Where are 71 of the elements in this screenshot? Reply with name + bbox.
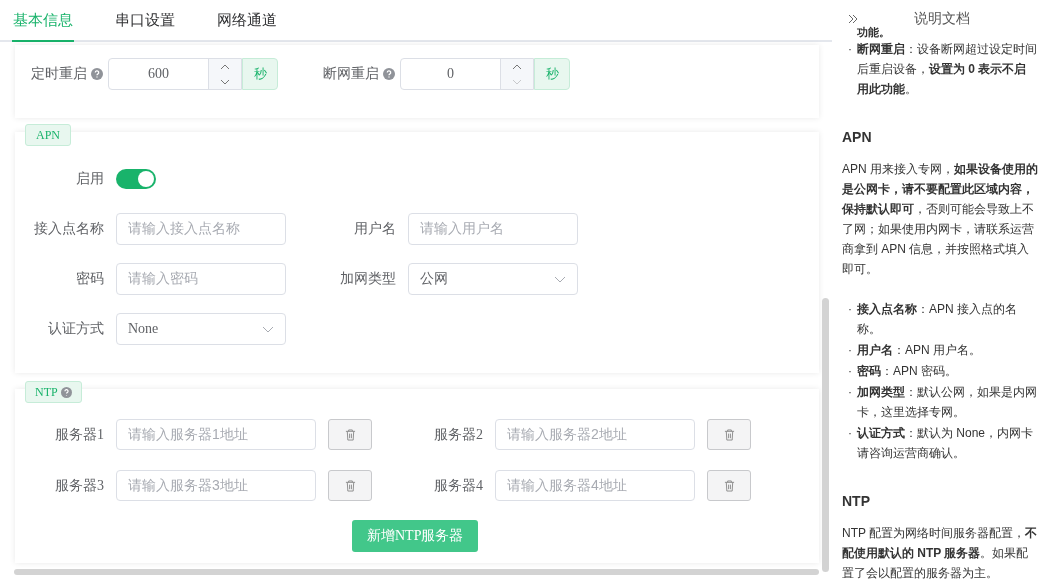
doc-text: 加网类型：默认公网，如果是内网卡，这里选择专网。 [857,384,1038,421]
field-label: 服务器3 [55,476,104,495]
add-server-button[interactable]: 新增NTP服务器 [352,520,479,552]
field-label: 密码 [76,270,104,288]
doc-text: 功能。 [856,26,891,38]
bullet-marker: · [847,342,853,359]
tab[interactable]: 网络通道 [216,0,278,42]
field-label: 服务器2 [434,425,483,444]
doc-text: 密码：APN 密码。 [857,363,958,380]
bullet-marker: · [847,384,853,401]
chevron-down-icon [554,275,566,283]
field-label: 接入点名称 [34,220,104,238]
number-input[interactable]: 600 [108,58,242,90]
trash-icon [723,428,735,441]
select-value: None [128,321,159,337]
field-label: 用户名 [354,220,396,238]
select-value: 公网 [420,270,448,288]
increment-icon[interactable] [220,63,230,70]
decrement-icon[interactable] [220,78,230,85]
delete-button[interactable] [328,470,372,501]
delete-button[interactable] [707,419,751,450]
doc-text: 用户名：APN 用户名。 [857,342,982,359]
field-label: 断网重启 [323,65,379,83]
help-icon[interactable] [91,68,103,80]
trash-icon [723,479,735,492]
input-field[interactable]: 请输入服务器1地址 [116,419,316,450]
field-label: 定时重启 [31,65,87,83]
bullet-marker: · [847,301,853,318]
bullet-marker: · [847,363,853,380]
chevron-down-icon [262,325,274,333]
doc-text: 断网重启：设备断网超过设定时间后重启设备，设置为 0 表示不启用此功能。 [857,41,1038,98]
field-label: 服务器4 [434,476,483,495]
field-label: 启用 [76,170,104,188]
select-field[interactable]: None [116,313,286,345]
tab[interactable]: 串口设置 [114,0,176,42]
trash-icon [344,428,356,441]
delete-button[interactable] [328,419,372,450]
scrollbar[interactable] [822,298,829,572]
doc-text: 接入点名称：APN 接入点的名称。 [857,301,1018,338]
input-field[interactable]: 请输入服务器3地址 [116,470,316,501]
doc-text: 认证方式：默认为 None，内网卡请咨询运营商确认。 [857,425,1035,462]
trash-icon [344,479,356,492]
doc-text: APN 用来接入专网，如果设备使用的是公网卡，请不要配置此区域内容，保持默认即可，否则可能会导致上不了网；如果使用内网卡，请联系运营商拿到 APN 信息，并按照格式填入即可。 [842,161,1038,278]
tab[interactable]: 基本信息 [12,0,74,42]
section-tag: NTP [25,381,82,403]
field-label: 服务器1 [55,425,104,444]
input-field[interactable]: 请输入服务器4地址 [495,470,695,501]
input-field[interactable]: 请输入用户名 [408,213,578,245]
unit-label: 秒 [534,58,570,90]
select-field[interactable]: 公网 [408,263,578,295]
bullet-marker: · [847,425,853,442]
toggle-switch[interactable] [116,169,156,189]
help-icon[interactable] [383,68,395,80]
double-chevron-right-icon[interactable] [848,14,858,24]
scrollbar[interactable] [14,569,819,575]
panel-title: 说明文档 [914,10,970,28]
delete-button[interactable] [707,470,751,501]
field-label: 加网类型 [340,270,396,288]
increment-icon[interactable] [512,63,522,70]
section-tag: APN [25,124,71,146]
field-label: 认证方式 [48,320,104,338]
input-field[interactable]: 请输入服务器2地址 [495,419,695,450]
unit-label: 秒 [242,58,278,90]
bullet-marker: · [847,41,853,58]
input-field[interactable]: 请输入密码 [116,263,286,295]
doc-heading: APN [842,128,873,147]
help-icon[interactable] [60,386,72,398]
number-input[interactable]: 0 [400,58,534,90]
doc-text: NTP 配置为网络时间服务器配置，不配使用默认的 NTP 服务器。如果配置了会以配置的服务器为主。 [842,525,1038,582]
doc-heading: NTP [842,492,871,511]
input-field[interactable]: 请输入接入点名称 [116,213,286,245]
